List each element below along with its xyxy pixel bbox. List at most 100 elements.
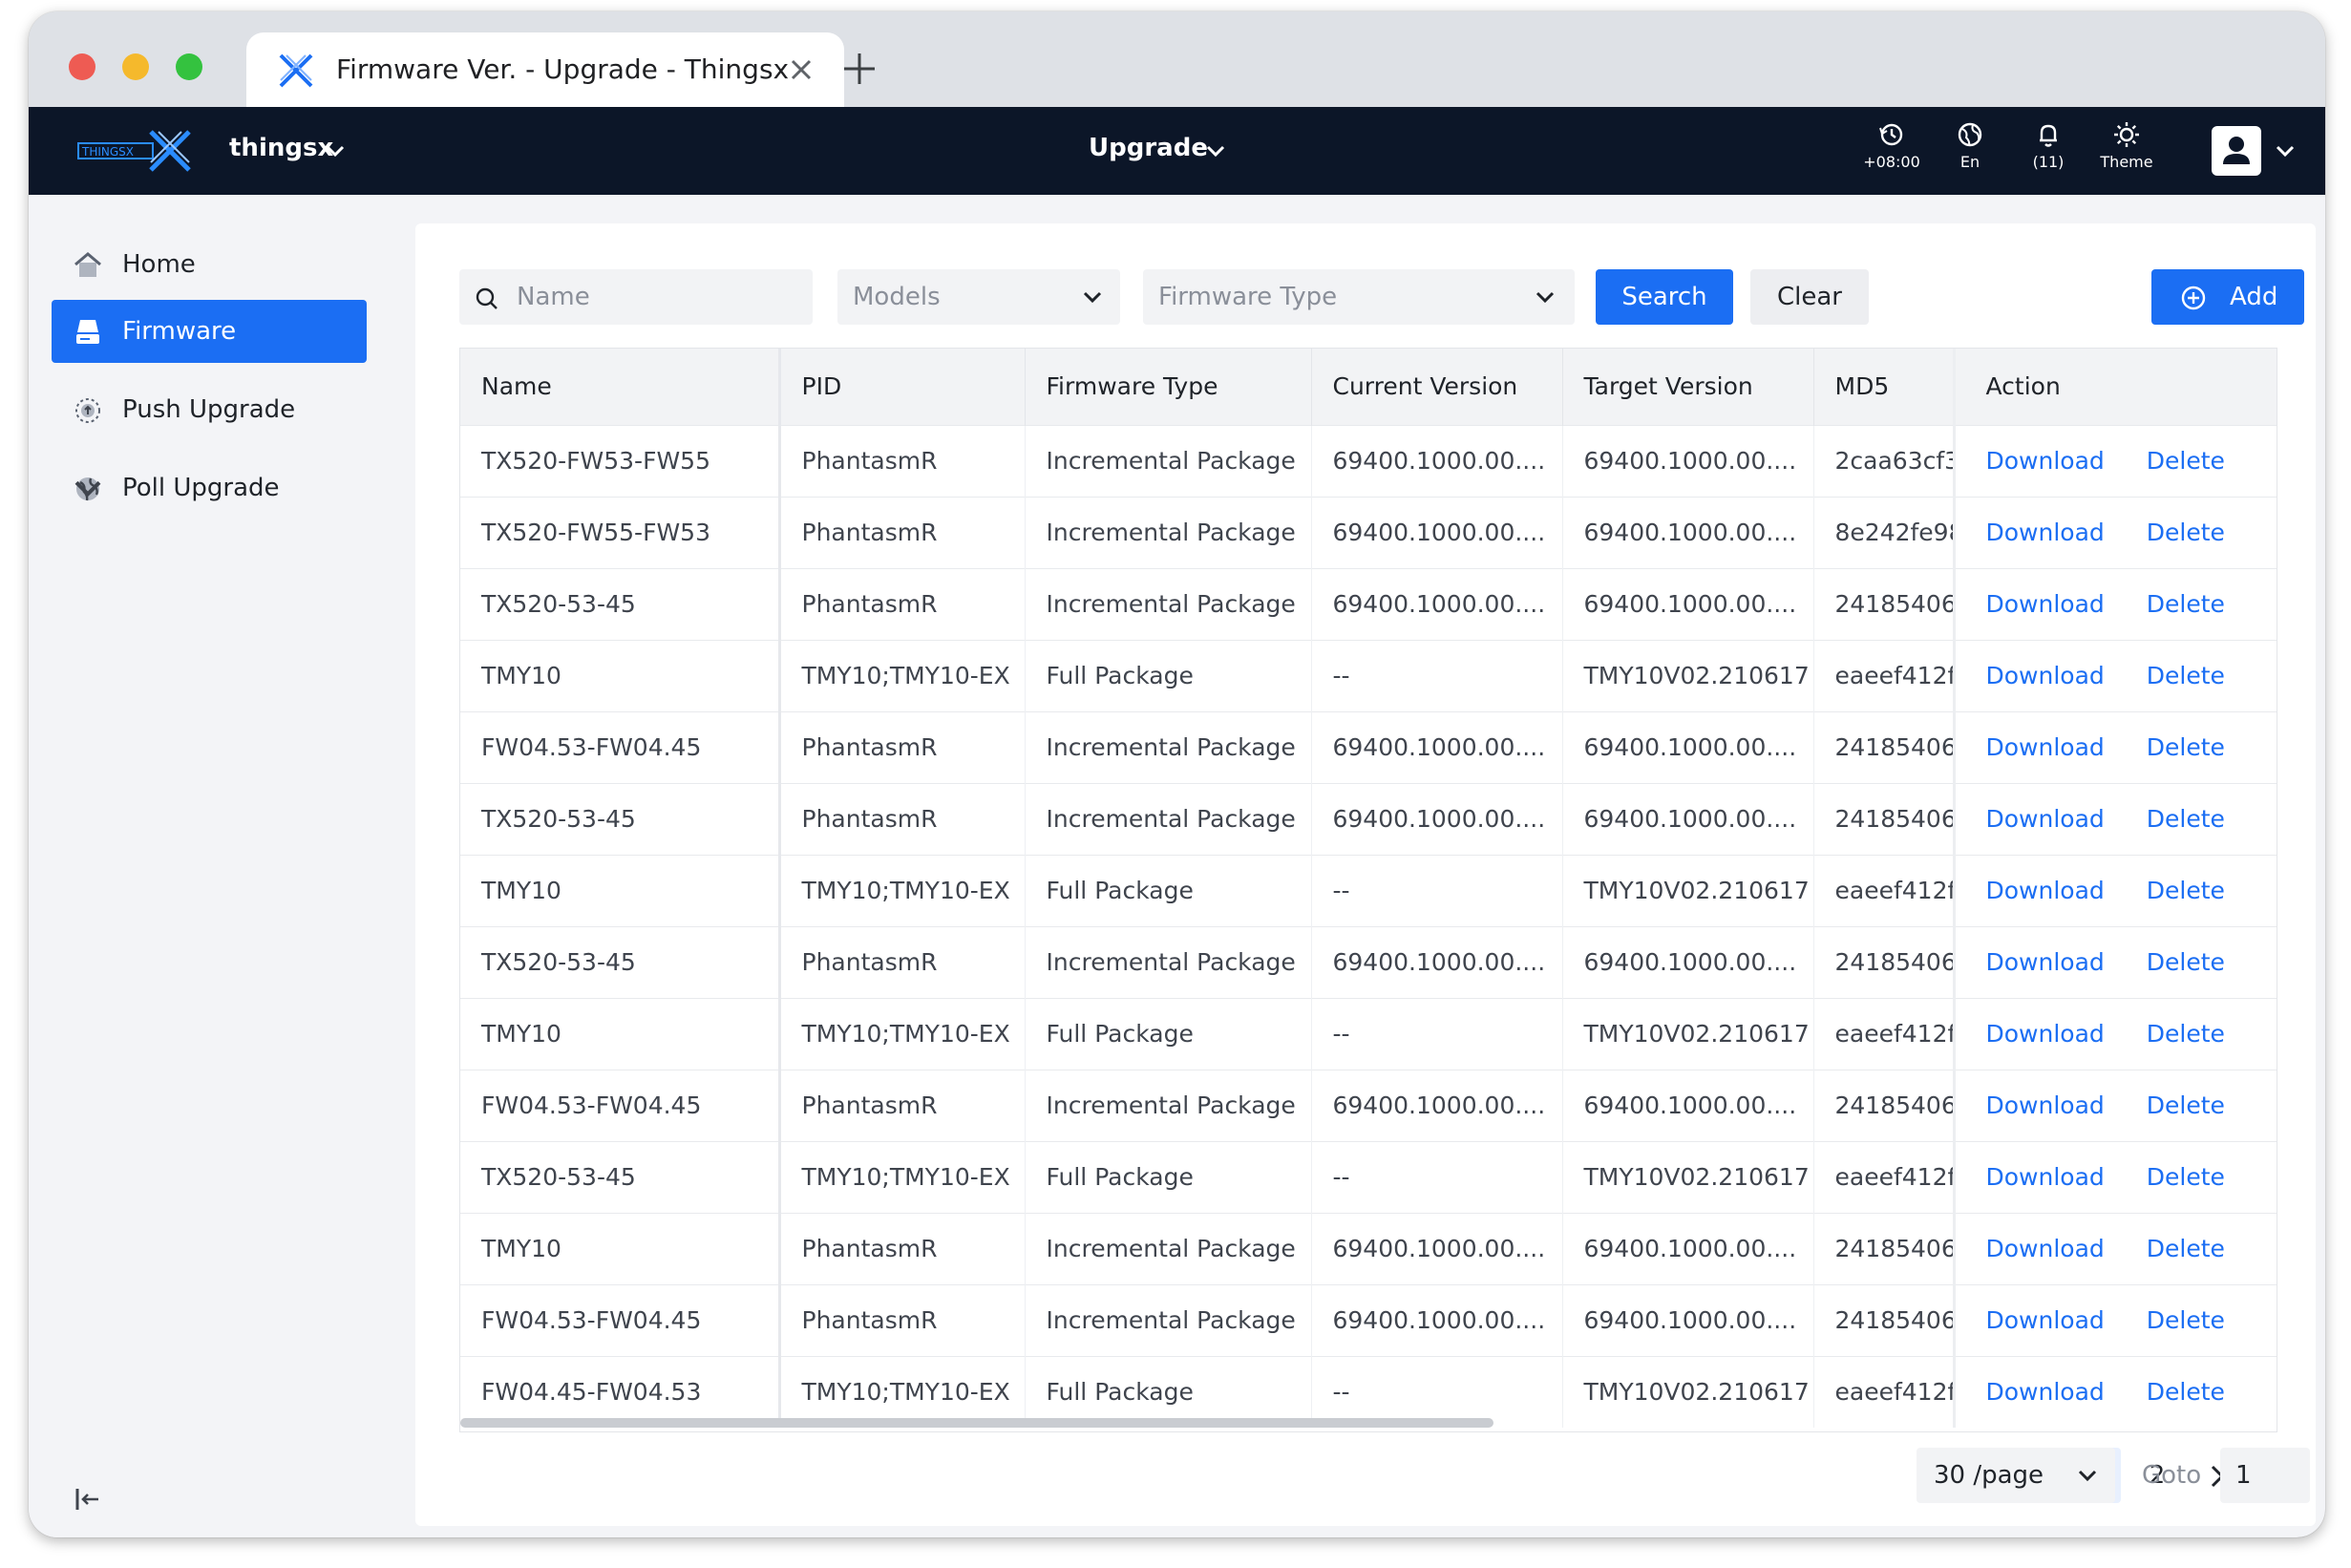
avatar[interactable] [2212, 126, 2261, 176]
minimize-window-button[interactable] [122, 53, 149, 80]
cell-name: TX520-53-45 [460, 1140, 781, 1213]
delete-link[interactable]: Delete [2147, 1235, 2225, 1262]
cell-current-version: 69400.1000.00.... [1311, 1212, 1563, 1284]
cell-firmware-type: Incremental Package [1025, 1069, 1312, 1141]
delete-link[interactable]: Delete [2147, 1378, 2225, 1406]
goto-label: Goto [2142, 1461, 2202, 1490]
table-row: TX520-FW53-FW55 PhantasmR Incremental Pack… [460, 424, 2277, 497]
delete-link[interactable]: Delete [2147, 877, 2225, 904]
cell-pid: TMY10;TMY10-EX [779, 1140, 1026, 1213]
cell-action: Download Delete [1952, 496, 2277, 568]
delete-link[interactable]: Delete [2147, 805, 2225, 833]
download-link[interactable]: Download [1986, 1091, 2105, 1119]
firmware-type-select[interactable]: Firmware Type [1143, 269, 1575, 325]
cell-pid: PhantasmR [779, 1069, 1026, 1141]
horizontal-scrollbar[interactable] [460, 1418, 1493, 1428]
table-row: FW04.53-FW04.45 PhantasmR Incremental Pack… [460, 1069, 2277, 1141]
add-button[interactable]: Add [2151, 269, 2304, 325]
home-icon [74, 252, 101, 277]
browser-tab[interactable]: Firmware Ver. - Upgrade - Thingsx [246, 32, 844, 107]
models-select[interactable]: Models [837, 269, 1120, 325]
column-header-name[interactable]: Name [460, 349, 781, 425]
table-row: TX520-FW55-FW53 PhantasmR Incremental Pack… [460, 496, 2277, 568]
new-tab-plus-icon[interactable] [840, 50, 879, 88]
maximize-window-button[interactable] [176, 53, 202, 80]
collapse-sidebar-icon[interactable] [73, 1484, 103, 1515]
close-icon[interactable] [787, 55, 815, 84]
chevron-down-icon[interactable] [2275, 143, 2296, 159]
page-size-select[interactable]: 30 /page [1917, 1448, 2115, 1503]
download-link[interactable]: Download [1986, 948, 2105, 976]
table-row: TMY10 PhantasmR Incremental Package 69400.1… [460, 1212, 2277, 1284]
sun-icon [2114, 122, 2139, 147]
download-link[interactable]: Download [1986, 590, 2105, 618]
cell-current-version: 69400.1000.00.... [1311, 710, 1563, 783]
chevron-down-icon[interactable] [1205, 143, 1226, 159]
history-icon [1879, 123, 1903, 146]
sidebar-item-label: Push Upgrade [122, 395, 296, 424]
column-header-target-version[interactable]: Target Version [1562, 349, 1814, 425]
column-header-md5[interactable]: MD5 [1813, 349, 1955, 425]
cell-action: Download Delete [1952, 424, 2277, 497]
table-row: TX520-53-45 PhantasmR Incremental Package 6… [460, 567, 2277, 640]
chevron-down-icon [2078, 1470, 2097, 1482]
sidebar-item-home[interactable]: Home [52, 233, 367, 296]
delete-link[interactable]: Delete [2147, 447, 2225, 475]
delete-link[interactable]: Delete [2147, 519, 2225, 546]
column-header-current-version[interactable]: Current Version [1311, 349, 1563, 425]
delete-link[interactable]: Delete [2147, 590, 2225, 618]
goto-page-input[interactable] [2220, 1448, 2310, 1503]
cell-target-version: 69400.1000.00.... [1562, 1283, 1814, 1356]
download-link[interactable]: Download [1986, 519, 2105, 546]
timezone-button[interactable]: +08:00 [1849, 120, 1935, 180]
close-window-button[interactable] [69, 53, 95, 80]
delete-link[interactable]: Delete [2147, 1163, 2225, 1191]
cell-firmware-type: Incremental Package [1025, 1212, 1312, 1284]
name-search-input[interactable]: Name [459, 269, 813, 325]
download-link[interactable]: Download [1986, 1235, 2105, 1262]
delete-link[interactable]: Delete [2147, 662, 2225, 689]
sidebar-item-poll-upgrade[interactable]: Poll Upgrade [52, 456, 367, 519]
delete-link[interactable]: Delete [2147, 1091, 2225, 1119]
cell-current-version: 69400.1000.00.... [1311, 424, 1563, 497]
thingsx-logo[interactable]: THINGSX [76, 128, 193, 174]
sidebar-item-label: Firmware [122, 317, 237, 346]
download-link[interactable]: Download [1986, 1306, 2105, 1334]
cell-md5: eaeef412f9 [1813, 997, 1955, 1070]
download-link[interactable]: Download [1986, 1020, 2105, 1048]
delete-link[interactable]: Delete [2147, 1020, 2225, 1048]
chevron-down-icon[interactable] [325, 143, 346, 159]
workspace-selector[interactable]: thingsx [229, 134, 333, 162]
download-link[interactable]: Download [1986, 1163, 2105, 1191]
column-header-pid[interactable]: PID [779, 349, 1026, 425]
table-header-row: Name PID Firmware Type Current Version T… [460, 349, 2277, 425]
thingsx-favicon-icon [279, 53, 313, 88]
chevron-down-icon[interactable] [73, 474, 103, 504]
download-link[interactable]: Download [1986, 447, 2105, 475]
download-link[interactable]: Download [1986, 662, 2105, 689]
download-link[interactable]: Download [1986, 877, 2105, 904]
firmware-table: Name PID Firmware Type Current Version T… [459, 348, 2277, 1432]
column-header-firmware-type[interactable]: Firmware Type [1025, 349, 1312, 425]
language-label: En [1959, 153, 1980, 171]
sidebar-item-push-upgrade[interactable]: Push Upgrade [52, 378, 367, 441]
language-button[interactable]: En [1927, 120, 2013, 180]
download-link[interactable]: Download [1986, 805, 2105, 833]
sidebar-item-firmware[interactable]: Firmware [52, 300, 367, 363]
cell-name: TMY10 [460, 997, 781, 1070]
delete-link[interactable]: Delete [2147, 1306, 2225, 1334]
cell-action: Download Delete [1952, 1355, 2277, 1428]
cell-target-version: 69400.1000.00.... [1562, 424, 1814, 497]
module-selector[interactable]: Upgrade [1089, 134, 1208, 162]
cell-firmware-type: Full Package [1025, 1355, 1312, 1428]
clear-button[interactable]: Clear [1750, 269, 1869, 325]
search-button[interactable]: Search [1596, 269, 1733, 325]
download-link[interactable]: Download [1986, 1378, 2105, 1406]
cell-target-version: TMY10V02.210617 [1562, 854, 1814, 926]
delete-link[interactable]: Delete [2147, 948, 2225, 976]
download-link[interactable]: Download [1986, 733, 2105, 761]
theme-button[interactable]: Theme [2084, 120, 2170, 180]
svg-text:THINGSX: THINGSX [81, 145, 134, 159]
delete-link[interactable]: Delete [2147, 733, 2225, 761]
notifications-button[interactable]: (11) [2005, 120, 2091, 180]
